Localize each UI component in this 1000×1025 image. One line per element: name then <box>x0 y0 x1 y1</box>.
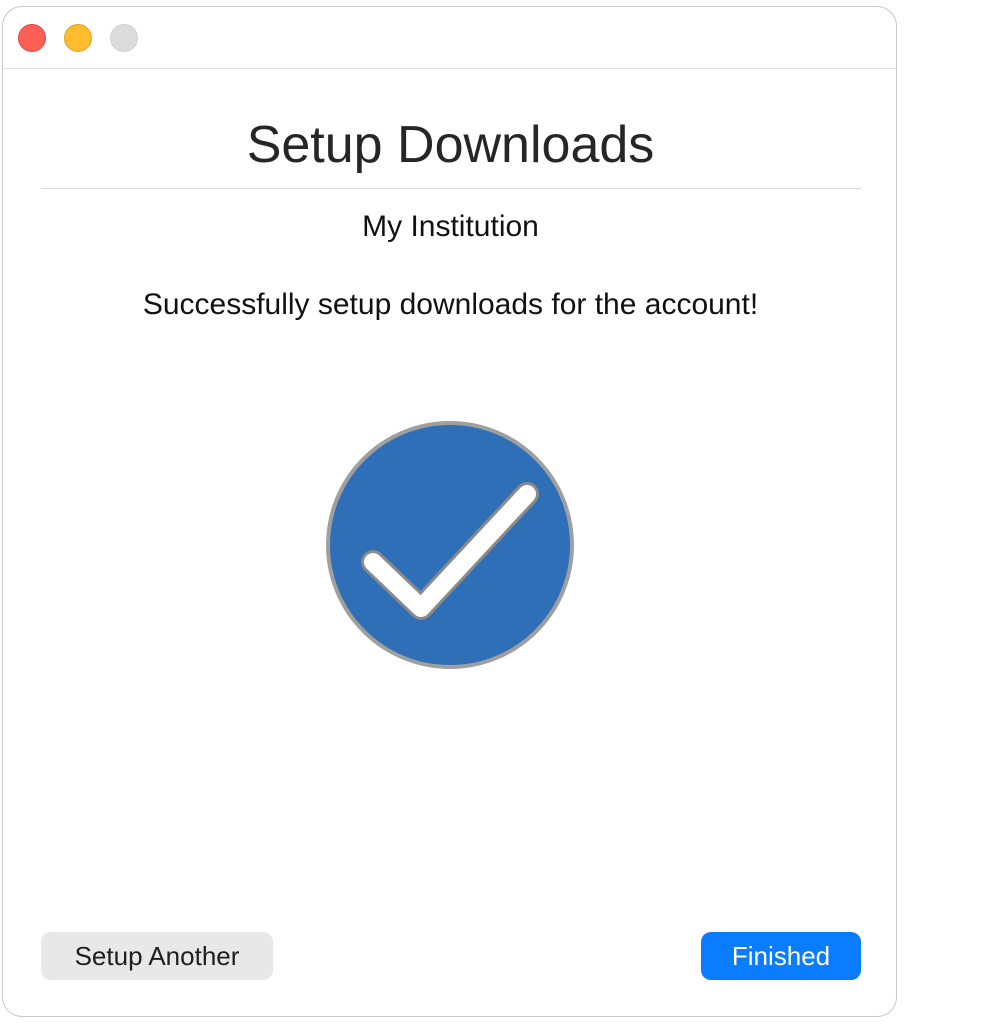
setup-downloads-window: Setup Downloads My Institution Successfu… <box>2 6 897 1017</box>
title-bar <box>3 7 896 69</box>
close-window-button[interactable] <box>18 24 46 52</box>
setup-another-button[interactable]: Setup Another <box>41 932 273 980</box>
success-message: Successfully setup downloads for the acc… <box>142 288 759 321</box>
institution-name: My Institution <box>362 210 539 243</box>
zoom-window-button <box>110 24 138 52</box>
minimize-window-button[interactable] <box>64 24 92 52</box>
finished-button[interactable]: Finished <box>701 932 861 980</box>
page-title: Setup Downloads <box>246 116 655 174</box>
checkmark-circle-icon <box>325 420 575 670</box>
title-divider <box>41 188 861 189</box>
